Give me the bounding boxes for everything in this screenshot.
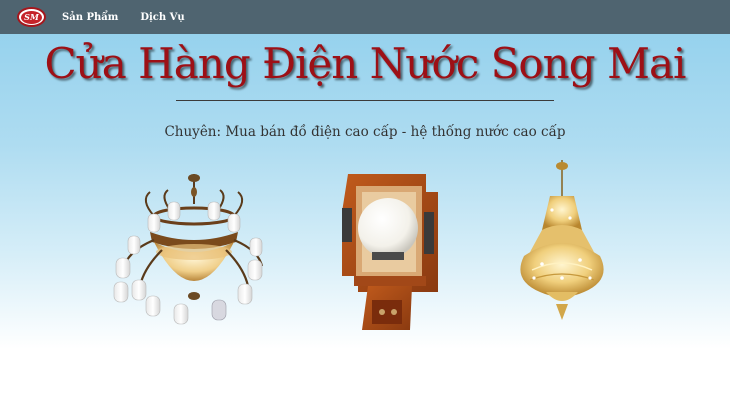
product-image-wooden-wall-lamp[interactable] [330, 172, 440, 332]
brand-logo-text: SM [21, 10, 42, 24]
nav-link-products[interactable]: Sản Phẩm [62, 12, 118, 23]
bronze-chandelier-icon [113, 174, 264, 325]
navbar: SM Sản Phẩm Dịch Vụ [0, 0, 730, 34]
tagline: Chuyên: Mua bán đồ điện cao cấp - hệ thố… [164, 124, 566, 140]
brand-logo[interactable]: SM [17, 7, 46, 27]
product-image-bronze-chandelier[interactable] [110, 170, 268, 330]
product-image-crystal-chandelier[interactable] [512, 160, 612, 322]
title-divider [176, 100, 554, 101]
wooden-wall-lamp-icon [342, 174, 438, 330]
nav-link-services[interactable]: Dịch Vụ [140, 12, 184, 23]
crystal-chandelier-icon [520, 160, 604, 320]
page-title: Cửa Hàng Điện Nước Song Mai [44, 39, 687, 88]
